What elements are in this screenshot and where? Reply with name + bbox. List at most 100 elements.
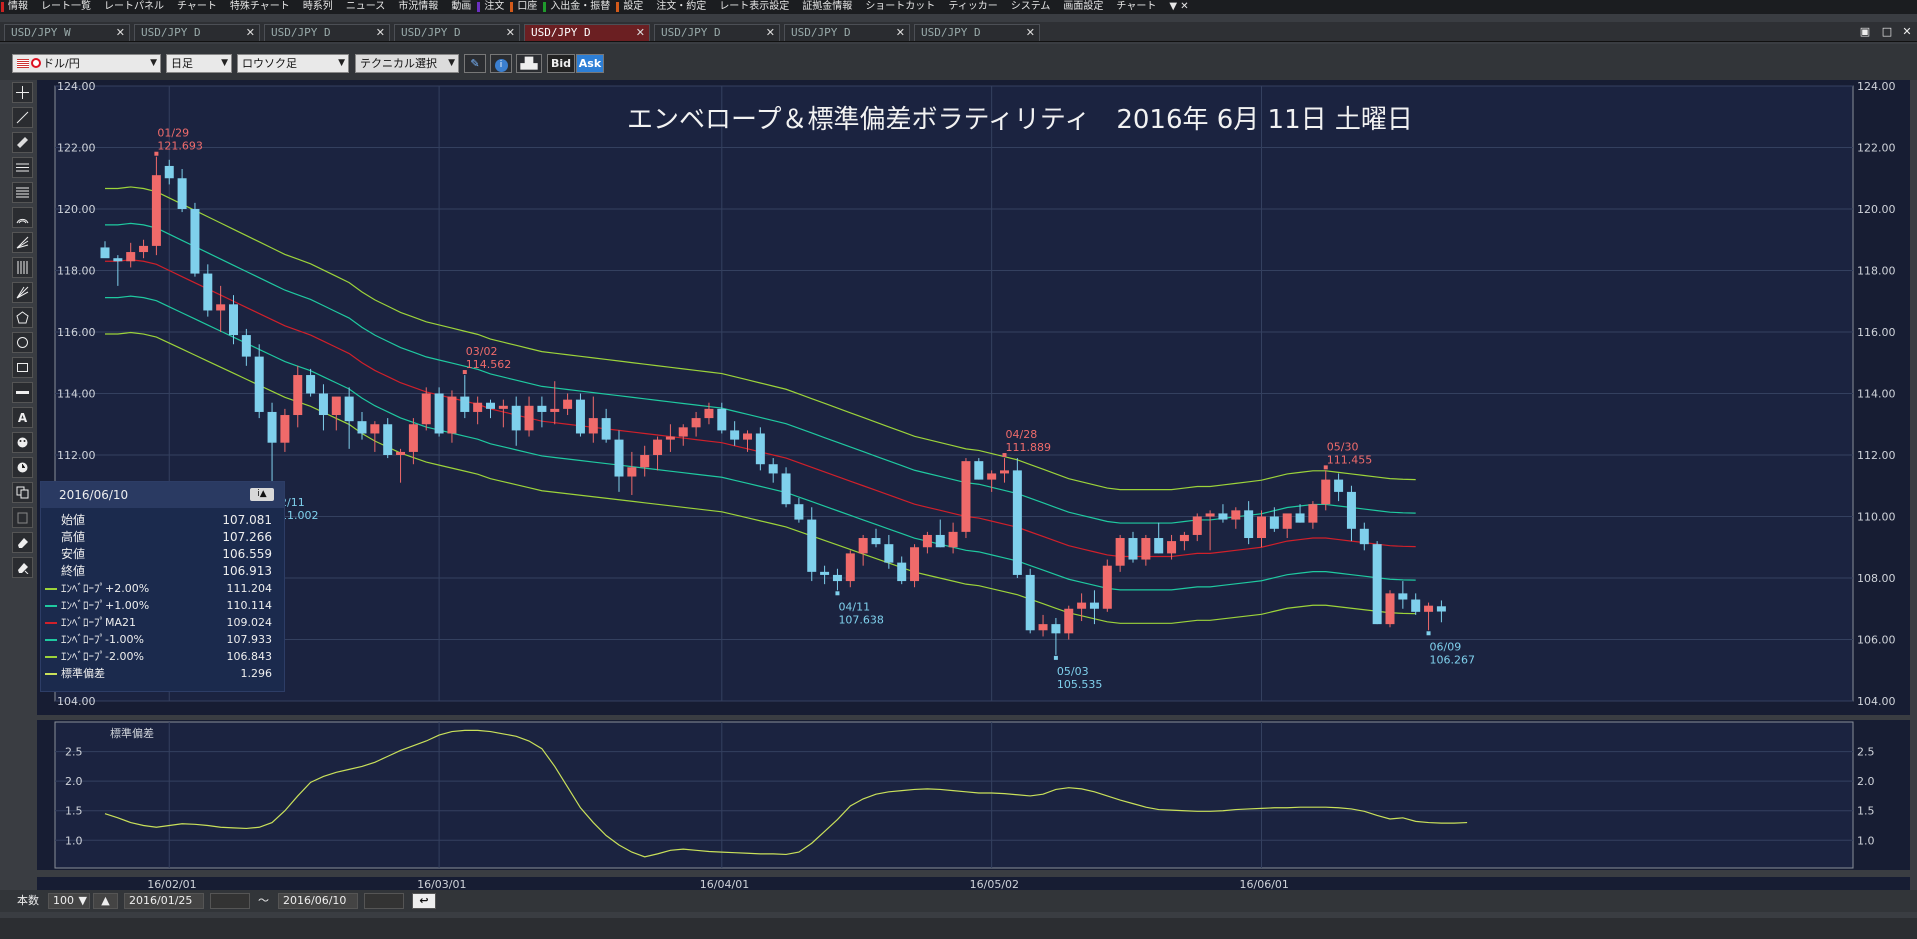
draw-tool-button[interactable]: ✎: [464, 54, 486, 73]
menu-item-7[interactable]: 市況情報: [390, 0, 443, 14]
annotation-date: 03/02: [466, 345, 498, 358]
menu-item-13[interactable]: 注文・約定: [648, 0, 711, 14]
erase-all-tool-icon[interactable]: [12, 557, 33, 578]
ruler-tool-icon[interactable]: [12, 132, 33, 153]
jp-flag-icon: [31, 58, 41, 68]
separator-tool-icon[interactable]: [12, 382, 33, 403]
restore-icon[interactable]: ▣: [1858, 25, 1872, 38]
menu-item-20[interactable]: チャート: [1108, 0, 1161, 14]
rectangle-tool-icon[interactable]: [12, 357, 33, 378]
menu-item-2[interactable]: レートパネル: [96, 0, 169, 14]
ask-button[interactable]: Ask: [576, 54, 604, 73]
refresh-button[interactable]: ↩: [412, 893, 436, 909]
arc-tool-icon[interactable]: [12, 207, 33, 228]
pitchfork-tool-icon[interactable]: [12, 282, 33, 303]
fan-tool-icon[interactable]: [12, 232, 33, 253]
menu-item-8[interactable]: 動画: [443, 0, 476, 14]
menu-bar: 情報 レート一覧 レートパネル チャート 特殊チャート 時系列 ニュース 市況情報 動画 注文 口座…: [0, 0, 1917, 14]
chart-tab-0[interactable]: USD/JPY W ✕: [4, 24, 130, 41]
close-tab-icon[interactable]: ✕: [766, 25, 775, 41]
menu-item-11[interactable]: 入出金・振替: [542, 0, 615, 14]
candle-body: [1334, 479, 1344, 492]
close-tab-icon[interactable]: ✕: [246, 25, 255, 41]
chart-style-button[interactable]: ▟▙: [516, 54, 542, 73]
menu-item-12[interactable]: 設定: [615, 0, 648, 14]
chart-tab-3[interactable]: USD/JPY D ✕: [394, 24, 520, 41]
menu-item-17[interactable]: ティッカー: [940, 0, 1002, 14]
menu-item-18[interactable]: システム: [1003, 0, 1056, 14]
paste-tool-icon[interactable]: [12, 507, 33, 528]
price-chart[interactable]: 124.00 124.00 122.00 122.00 120.00 120.00 118.…: [37, 80, 1910, 715]
close-tab-icon[interactable]: ✕: [506, 25, 515, 41]
menu-item-3[interactable]: チャート: [169, 0, 222, 14]
trendline-tool-icon[interactable]: [12, 107, 33, 128]
count-up-button[interactable]: ▲: [93, 893, 118, 909]
chart-area[interactable]: 124.00 124.00 122.00 122.00 120.00 120.00 118.…: [37, 80, 1910, 895]
circle-tool-icon[interactable]: [12, 332, 33, 353]
status-bar: 本数 100 ▼ ▲ 2016/01/25 〜 2016/06/10 ↩: [0, 890, 1917, 912]
chevron-down-icon: ▼: [448, 58, 455, 68]
candle-body: [383, 424, 393, 455]
sd-volatility-chart[interactable]: 2.5 2.5 2.0 2.0 1.5 1.5 1.0 1.0 標準偏差: [37, 720, 1910, 870]
info-panel-toggle-button[interactable]: i▲: [250, 488, 274, 501]
mountain-chart-icon: ▟▙: [520, 57, 538, 70]
count-select[interactable]: 100 ▼: [48, 893, 90, 909]
date-to-picker[interactable]: [364, 893, 404, 909]
clock-tool-icon[interactable]: [12, 457, 33, 478]
info-button[interactable]: i: [490, 54, 512, 73]
chart-tab-4[interactable]: USD/JPY D ✕: [524, 24, 650, 41]
close-tab-icon[interactable]: ✕: [116, 25, 125, 41]
menu-item-16[interactable]: ショートカット: [857, 0, 940, 14]
candle-body: [537, 405, 547, 412]
date-from-field[interactable]: 2016/01/25: [124, 893, 204, 909]
interval-select[interactable]: 日足 ▼: [166, 54, 232, 73]
chart-tab-2[interactable]: USD/JPY D ✕: [264, 24, 390, 41]
menu-item-0[interactable]: 情報: [0, 0, 33, 14]
menu-item-9[interactable]: 注文: [476, 0, 509, 14]
icon-tool-icon[interactable]: [12, 432, 33, 453]
menu-item-19[interactable]: 画面設定: [1055, 0, 1108, 14]
menu-item-10[interactable]: 口座: [509, 0, 542, 14]
menu-item-14[interactable]: レート表示設定: [711, 0, 794, 14]
date-from-picker[interactable]: [210, 893, 250, 909]
horizontal-line-tool-icon[interactable]: [12, 157, 33, 178]
candle-body: [331, 396, 341, 416]
info-row: ｴﾝﾍﾞﾛｰﾌﾟ+1.00% 110.114: [41, 597, 284, 614]
menu-extra[interactable]: ▼ ✕: [1161, 0, 1193, 14]
close-tab-icon[interactable]: ✕: [636, 25, 645, 41]
close-tab-icon[interactable]: ✕: [896, 25, 905, 41]
price-tick-label-left: 122.00: [57, 142, 96, 155]
chart-tab-7[interactable]: USD/JPY D ✕: [914, 24, 1040, 41]
annotation-value: 107.638: [838, 613, 884, 626]
annotation-value: 111.455: [1327, 453, 1373, 466]
currency-pair-select[interactable]: ドル/円 ▼: [12, 54, 161, 73]
technical-select[interactable]: テクニカル選択 ▼: [355, 54, 459, 73]
candle-body: [1436, 606, 1446, 612]
date-to-field[interactable]: 2016/06/10: [278, 893, 358, 909]
menu-item-15[interactable]: 証拠金情報: [794, 0, 857, 14]
menu-item-4[interactable]: 特殊チャート: [222, 0, 295, 14]
price-tick-label-right: 120.00: [1857, 203, 1896, 216]
crosshair-tool-icon[interactable]: [12, 82, 33, 103]
maximize-icon[interactable]: □: [1880, 25, 1894, 38]
channel-tool-icon[interactable]: [12, 182, 33, 203]
close-window-icon[interactable]: ✕: [1900, 25, 1914, 38]
candle-body: [910, 547, 920, 582]
close-tab-icon[interactable]: ✕: [376, 25, 385, 41]
chart-tab-6[interactable]: USD/JPY D ✕: [784, 24, 910, 41]
menu-item-1[interactable]: レート一覧: [33, 0, 96, 14]
text-tool-icon[interactable]: A: [12, 407, 33, 428]
bid-button[interactable]: Bid: [547, 54, 575, 73]
eraser-tool-icon[interactable]: [12, 532, 33, 553]
menu-item-5[interactable]: 時系列: [295, 0, 338, 14]
pentagon-tool-icon[interactable]: [12, 307, 33, 328]
menu-item-6[interactable]: ニュース: [338, 0, 391, 14]
chart-tab-1[interactable]: USD/JPY D ✕: [134, 24, 260, 41]
candle-body: [421, 393, 431, 425]
candle-body: [190, 209, 200, 274]
copy-tool-icon[interactable]: [12, 482, 33, 503]
chart-tab-5[interactable]: USD/JPY D ✕: [654, 24, 780, 41]
chart-type-select[interactable]: ロウソク足 ▼: [237, 54, 349, 73]
close-tab-icon[interactable]: ✕: [1026, 25, 1035, 41]
vertical-lines-tool-icon[interactable]: [12, 257, 33, 278]
